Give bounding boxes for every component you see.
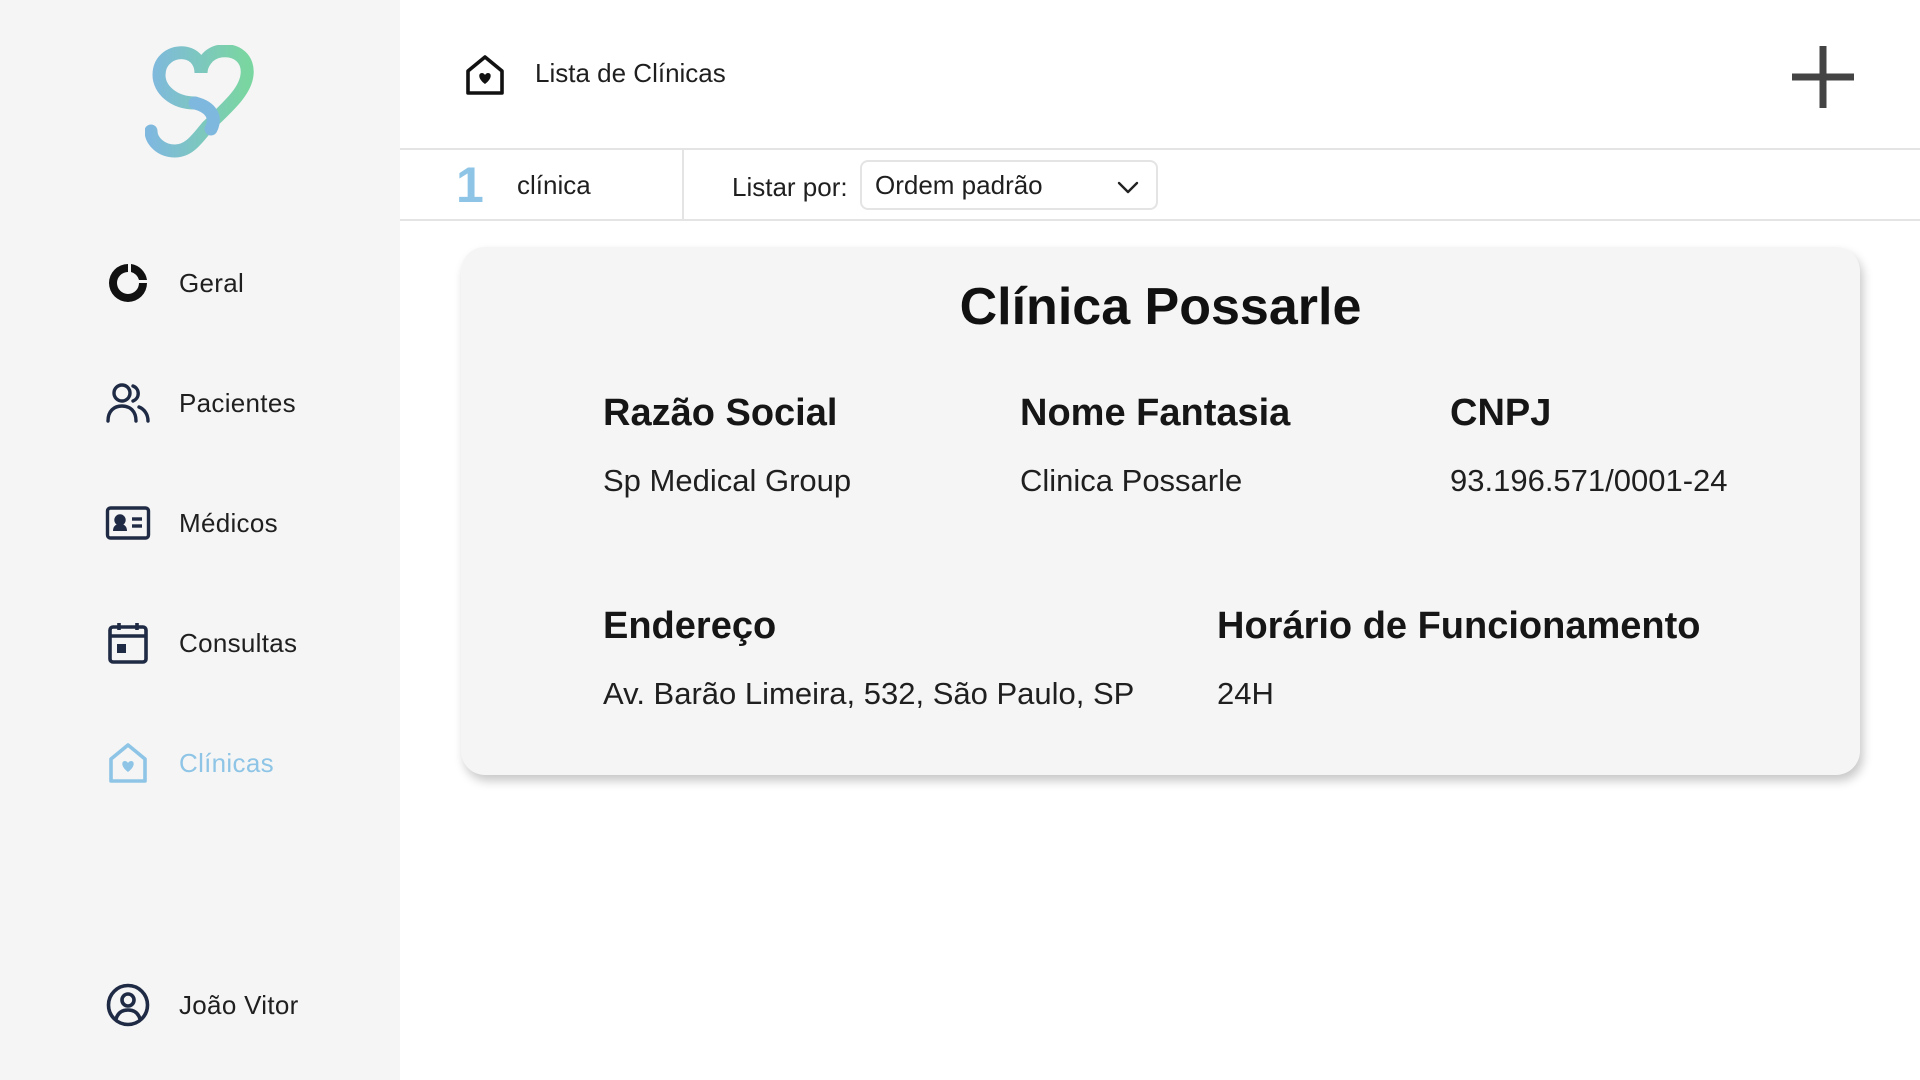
nome-fantasia-label: Nome Fantasia [1020, 392, 1291, 434]
sidebar-item-medicos[interactable]: Médicos [105, 495, 278, 551]
nome-fantasia-value: Clinica Possarle [1020, 463, 1243, 498]
sort-select-value: Ordem padrão [875, 169, 1043, 200]
horario-value: 24H [1217, 676, 1274, 711]
sidebar-item-label: Consultas [179, 627, 298, 658]
page-header: Lista de Clínicas [400, 0, 1920, 150]
clinic-house-icon [466, 55, 504, 95]
sidebar-item-clinicas[interactable]: Clínicas [105, 735, 274, 791]
id-card-icon [105, 500, 151, 546]
razao-social-value: Sp Medical Group [603, 463, 852, 498]
clinic-count-label: clínica [517, 170, 591, 200]
plus-icon [1792, 46, 1854, 108]
clinic-card[interactable]: Clínica Possarle Razão Social Sp Medical… [461, 247, 1860, 775]
sidebar-item-geral[interactable]: Geral [105, 255, 244, 311]
users-icon [105, 380, 151, 426]
sidebar-item-pacientes[interactable]: Pacientes [105, 375, 296, 431]
page-title: Lista de Clínicas [535, 58, 726, 88]
razao-social-label: Razão Social [603, 392, 838, 434]
list-toolbar: 1 clínica Listar por: Ordem padrão [400, 150, 1920, 221]
cnpj-label: CNPJ [1450, 392, 1552, 434]
calendar-icon [105, 620, 151, 666]
horario-label: Horário de Funcionamento [1217, 605, 1701, 647]
sidebar-item-label: Pacientes [179, 387, 296, 418]
clinic-house-icon [105, 740, 151, 786]
clinic-title: Clínica Possarle [959, 278, 1362, 336]
sort-label: Listar por: [732, 172, 848, 202]
user-name: João Vitor [179, 989, 299, 1020]
cnpj-value: 93.196.571/0001-24 [1450, 463, 1728, 498]
sidebar-item-label: Geral [179, 267, 245, 298]
pie-chart-icon [105, 260, 151, 306]
user-profile[interactable]: João Vitor [105, 977, 299, 1033]
sidebar: Geral Pacientes Médicos Consultas Clínic… [0, 0, 400, 1080]
sidebar-item-consultas[interactable]: Consultas [105, 615, 297, 671]
chevron-down-icon [1117, 181, 1139, 194]
sort-select[interactable]: Ordem padrão [860, 160, 1158, 210]
endereco-label: Endereço [603, 605, 777, 647]
endereco-value: Av. Barão Limeira, 532, São Paulo, SP [603, 676, 1135, 711]
sidebar-item-label: Clínicas [179, 747, 274, 778]
heart-logo-icon [145, 45, 254, 158]
clinic-count: 1 [456, 157, 484, 213]
user-circle-icon [105, 982, 151, 1028]
sidebar-item-label: Médicos [179, 507, 278, 538]
add-clinic-button[interactable] [1784, 38, 1862, 116]
divider [682, 150, 684, 221]
